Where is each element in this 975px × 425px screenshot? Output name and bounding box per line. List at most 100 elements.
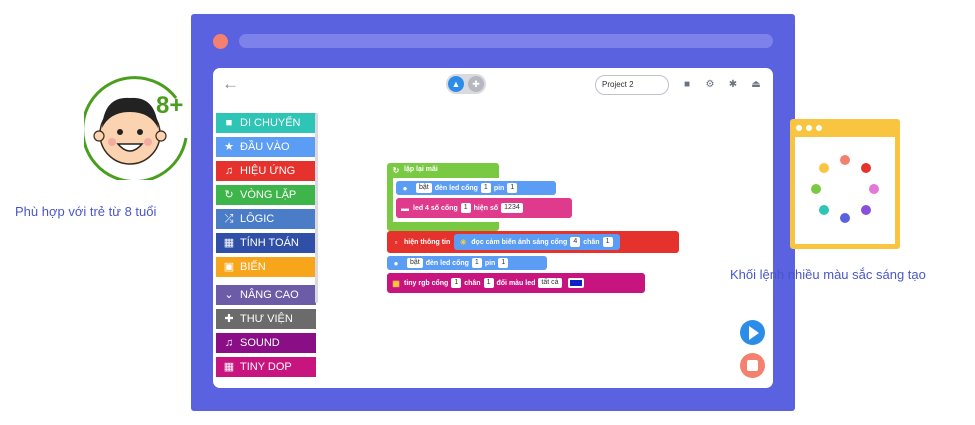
loop-icon: ↻: [392, 166, 400, 175]
color-text: Khối lệnh nhiều màu sắc sáng tạo: [730, 267, 926, 282]
tiny-rgb-label: tiny rgb cổng: [404, 279, 449, 287]
category-label: TÍNH TOÁN: [240, 237, 299, 249]
led-mode-dropdown[interactable]: bật: [407, 258, 423, 268]
category-bien[interactable]: ▣ BIẾN: [216, 257, 316, 277]
display-icon: ▬: [401, 203, 409, 213]
window-dot: [213, 34, 228, 49]
led-pin-text: pin: [484, 259, 496, 267]
message-icon: ▫: [394, 237, 398, 247]
led-port-dropdown[interactable]: 1: [480, 183, 491, 193]
project-name-input[interactable]: Project 2: [595, 75, 669, 95]
category-label: LÔGIC: [240, 213, 275, 225]
category-sound[interactable]: ♫ SOUND: [216, 333, 316, 353]
tiny-rgb-block[interactable]: ▦ tiny rgb cổng 1 chân 1 đổi màu led tất…: [387, 273, 645, 293]
grid-icon: ▦: [392, 278, 400, 288]
tiny-rgb-pin-text: chân: [464, 279, 481, 287]
led-text: đèn led cổng: [425, 259, 469, 267]
led-pin-dropdown[interactable]: 1: [507, 183, 518, 193]
tiny-rgb-pin-dropdown[interactable]: 1: [483, 278, 494, 288]
window-dot: [796, 125, 802, 131]
light-sensor-pin-text: chân: [583, 238, 600, 246]
category-label: NÂNG CAO: [240, 289, 299, 301]
chevron-down-icon: ⌄: [224, 289, 234, 301]
light-sensor-label: đọc cảm biến ánh sáng cổng: [471, 238, 568, 246]
led-on-block[interactable]: ● bật đèn led cổng 1 pin 1: [396, 181, 556, 195]
stop-icon: [747, 360, 758, 371]
led-pin-text: pin: [493, 184, 505, 192]
gear-icon[interactable]: ⚙: [701, 76, 719, 94]
plus-icon: ✚: [224, 313, 234, 325]
loop-icon: ↻: [224, 189, 234, 201]
run-button[interactable]: [740, 320, 765, 345]
show-info-label: hiện thông tin: [404, 238, 451, 246]
category-list: ■ DI CHUYỂN ★ ĐẦU VÀO ♫ HIỆU ỨNG ↻ VÒNG LẶP …: [216, 113, 316, 381]
window-dot: [816, 125, 822, 131]
puzzle-icon[interactable]: ✚: [468, 76, 484, 92]
save-icon: ▣: [223, 261, 235, 273]
url-bar: [239, 34, 773, 48]
stop-button[interactable]: [740, 353, 765, 378]
tiny-rgb-port-dropdown[interactable]: 1: [451, 278, 462, 288]
category-tinh-toan[interactable]: ▦ TÍNH TOÁN: [216, 233, 316, 253]
category-di-chuyen[interactable]: ■ DI CHUYỂN: [216, 113, 316, 133]
bulb-icon: ●: [402, 183, 408, 193]
folder-icon[interactable]: ■: [678, 76, 696, 94]
music-icon: ♫: [224, 337, 234, 349]
page: 8+ Phù hợp với trẻ từ 8 tuổi ← ▲ ✚ Proje…: [0, 0, 975, 425]
kid-face-icon: [81, 76, 188, 184]
led-on-block-2[interactable]: ● bật đèn led cổng 1 pin 1: [387, 256, 547, 270]
upload-icon[interactable]: ▲: [448, 76, 464, 92]
age-text: Phù hợp với trẻ từ 8 tuổi: [15, 204, 157, 219]
browser-frame: ← ▲ ✚ Project 2 ■ ⚙ ✱ ⏏ ■ DI CHUYỂN ★ ĐẦU …: [191, 14, 795, 411]
category-tiny-dop[interactable]: ▦ TINY DOP: [216, 357, 316, 377]
shuffle-icon: ⤮: [224, 213, 234, 225]
car-icon: ■: [225, 117, 233, 129]
window-dot: [806, 125, 812, 131]
show-info-block[interactable]: ▫ hiện thông tin ☀ đọc cảm biến ánh sáng…: [387, 231, 679, 253]
play-icon: [749, 326, 759, 340]
back-arrow-icon[interactable]: ←: [222, 74, 239, 94]
light-sensor-pin-dropdown[interactable]: 1: [602, 237, 613, 247]
usb-icon[interactable]: ⏏: [747, 76, 765, 94]
category-label: DI CHUYỂN: [240, 117, 301, 129]
mode-toggle[interactable]: ▲ ✚: [446, 74, 486, 94]
category-logic[interactable]: ⤮ LÔGIC: [216, 209, 316, 229]
tiny-rgb-color-text: đổi màu led: [496, 279, 536, 287]
editor-app: ← ▲ ✚ Project 2 ■ ⚙ ✱ ⏏ ■ DI CHUYỂN ★ ĐẦU …: [213, 68, 773, 388]
category-label: BIẾN: [240, 261, 266, 273]
category-vong-lap[interactable]: ↻ VÒNG LẶP: [216, 185, 316, 205]
led-port-dropdown[interactable]: 1: [471, 258, 482, 268]
led-text: đèn led cổng: [434, 184, 478, 192]
calculator-icon: ▦: [223, 237, 235, 249]
light-sensor-port-dropdown[interactable]: 4: [570, 237, 581, 247]
sun-icon: ☀: [459, 237, 467, 247]
led-mode-dropdown[interactable]: bật: [416, 183, 432, 193]
bluetooth-icon[interactable]: ✱: [724, 76, 742, 94]
tiny-rgb-mode-dropdown[interactable]: tất cả: [538, 278, 562, 288]
loop-label: lặp lại mãi: [404, 166, 438, 173]
led-color-swatch[interactable]: [567, 278, 584, 288]
led4-display-block[interactable]: ▬ led 4 số cổng 1 hiện số 1234: [396, 198, 572, 218]
category-scrollbar[interactable]: [315, 113, 318, 303]
category-dau-vao[interactable]: ★ ĐẦU VÀO: [216, 137, 316, 157]
category-label: VÒNG LẶP: [240, 189, 297, 201]
category-label: SOUND: [240, 337, 280, 349]
star-icon: ★: [224, 141, 234, 153]
bulb-icon: ●: [393, 258, 399, 268]
age-label: 8+: [156, 92, 184, 119]
category-label: ĐẦU VÀO: [240, 141, 290, 153]
category-thu-vien[interactable]: ✚ THƯ VIỆN: [216, 309, 316, 329]
led4-value-input[interactable]: 1234: [501, 203, 523, 213]
light-sensor-block[interactable]: ☀ đọc cảm biến ánh sáng cổng 4 chân 1: [454, 234, 620, 250]
grid-icon: ▦: [223, 361, 235, 373]
color-wheel: [795, 137, 895, 244]
led4-port-dropdown[interactable]: 1: [460, 203, 471, 213]
age-badge: 8+: [81, 68, 194, 184]
led-pin-dropdown[interactable]: 1: [498, 258, 509, 268]
category-hieu-ung[interactable]: ♫ HIỆU ỨNG: [216, 161, 316, 181]
color-window-illustration: [790, 119, 900, 249]
category-label: HIỆU ỨNG: [240, 165, 296, 177]
led4-label: led 4 số cổng: [413, 204, 458, 212]
category-label: TINY DOP: [240, 361, 292, 373]
category-nang-cao[interactable]: ⌄ NÂNG CAO: [216, 285, 316, 305]
